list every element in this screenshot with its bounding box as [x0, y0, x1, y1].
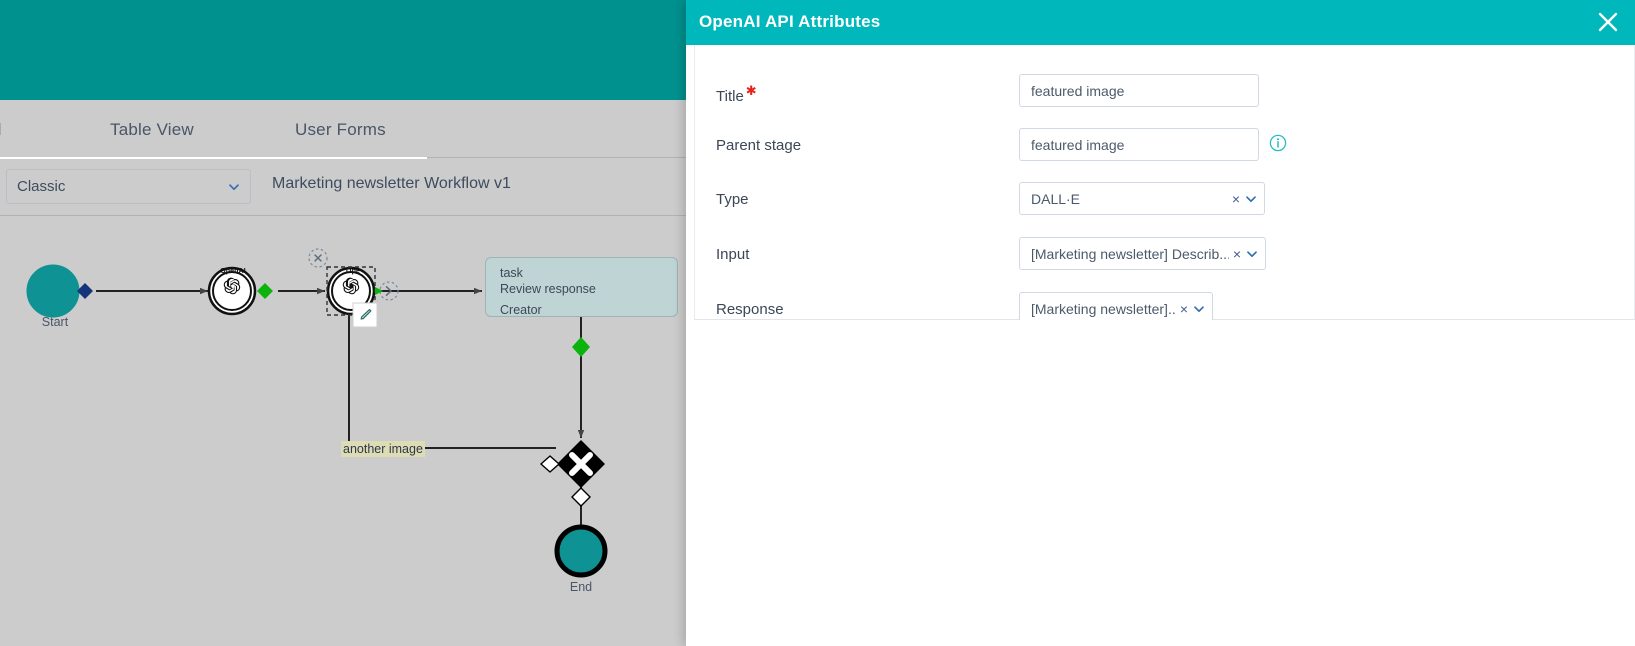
tab-user-forms[interactable]: User Forms: [295, 120, 386, 140]
openai-api-attributes-dialog: OpenAI API Attributes Title✱ Parent stag…: [686, 0, 1635, 646]
screen-root: el Table View User Forms Classic Marketi…: [0, 0, 1635, 646]
view-style-select[interactable]: Classic: [6, 169, 251, 204]
task-name: Review response: [500, 281, 663, 297]
workflow-canvas[interactable]: OpenAI Ope Start End another image task …: [0, 216, 717, 646]
chevron-down-icon[interactable]: [1246, 248, 1258, 260]
tab-table-view[interactable]: Table View: [110, 120, 194, 140]
dialog-header: OpenAI API Attributes: [686, 0, 1635, 45]
task-assignee: Creator: [500, 302, 663, 318]
response-select-value: [Marketing newsletter]...: [1031, 301, 1176, 317]
label-type: Type: [716, 191, 749, 208]
label-input: Input: [716, 246, 749, 263]
background-app: el Table View User Forms Classic Marketi…: [0, 0, 717, 646]
label-response: Response: [716, 301, 784, 318]
dialog-body: Title✱ Parent stage Type DALL·E ×: [694, 45, 1635, 320]
field-row-type: Type DALL·E ×: [695, 175, 1635, 230]
openai-node-1-label: OpenAI: [214, 268, 252, 275]
chevron-down-icon[interactable]: [1193, 303, 1205, 315]
response-clear-icon[interactable]: ×: [1180, 302, 1188, 316]
chevron-down-icon[interactable]: [1245, 193, 1257, 205]
required-asterisk: ✱: [746, 83, 757, 98]
workflow-title: Marketing newsletter Workflow v1: [272, 175, 511, 193]
type-select[interactable]: DALL·E ×: [1019, 182, 1265, 215]
workflow-toolbar: Classic Marketing newsletter Workflow v1: [0, 158, 717, 216]
label-parent-stage: Parent stage: [716, 137, 801, 154]
app-header-bar: [0, 0, 717, 100]
parent-stage-input[interactable]: [1019, 128, 1259, 161]
tab-model-partial[interactable]: el: [0, 120, 2, 140]
title-input[interactable]: [1019, 74, 1259, 107]
task-kind: task: [500, 265, 663, 281]
field-row-title: Title✱: [695, 67, 1635, 122]
close-icon[interactable]: [1595, 9, 1621, 35]
task-node-card[interactable]: task Review response Creator: [485, 257, 678, 317]
label-title: Title✱: [716, 83, 757, 105]
dialog-empty-area: [686, 320, 1635, 646]
chevron-down-icon: [228, 181, 240, 193]
input-select[interactable]: [Marketing newsletter] Describ... ×: [1019, 237, 1266, 270]
tab-bar: el Table View User Forms: [0, 100, 717, 158]
input-select-value: [Marketing newsletter] Describ...: [1031, 246, 1229, 262]
type-clear-icon[interactable]: ×: [1232, 192, 1240, 206]
info-icon[interactable]: [1269, 134, 1287, 152]
edge-label-another-image[interactable]: another image: [341, 441, 425, 457]
type-select-value: DALL·E: [1031, 191, 1228, 207]
field-row-parent-stage: Parent stage: [695, 121, 1635, 176]
field-row-input: Input [Marketing newsletter] Describ... …: [695, 230, 1635, 285]
view-style-value: Classic: [17, 178, 65, 195]
input-clear-icon[interactable]: ×: [1233, 247, 1241, 261]
end-node-label: End: [546, 580, 616, 594]
dialog-title: OpenAI API Attributes: [699, 12, 880, 32]
openai-node-2-label: Ope: [334, 268, 372, 275]
start-node-label: Start: [20, 315, 90, 329]
